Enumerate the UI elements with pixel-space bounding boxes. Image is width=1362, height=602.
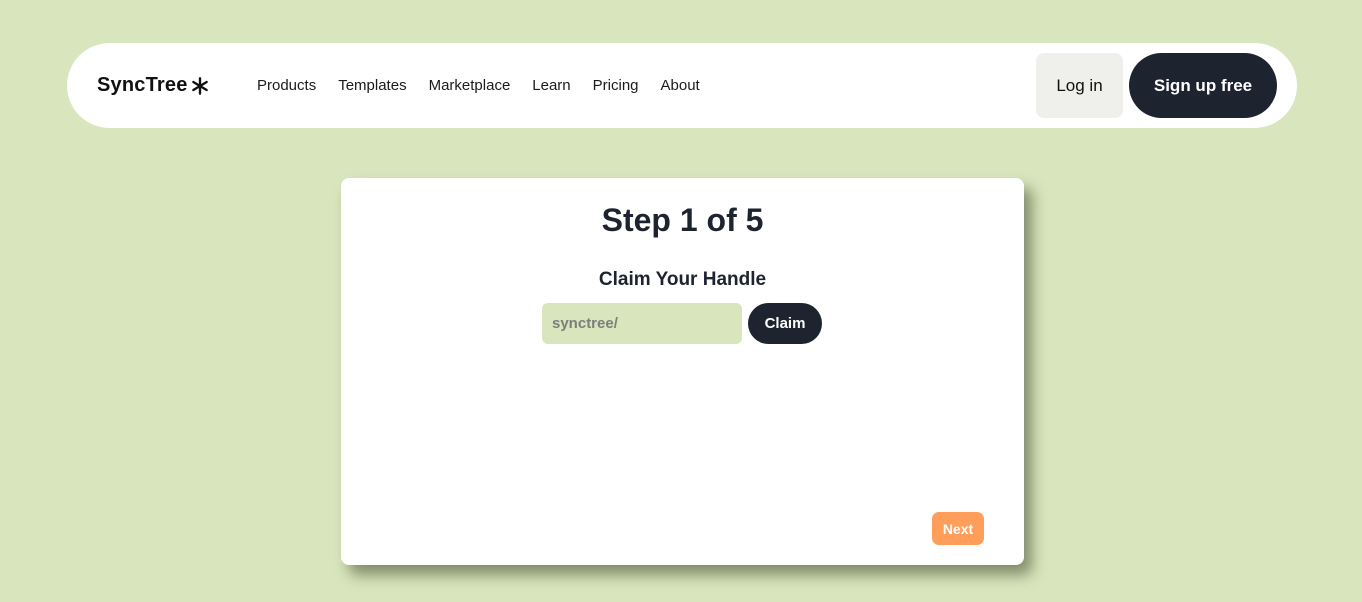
asterisk-logo-icon xyxy=(191,76,208,95)
section-title: Claim Your Handle xyxy=(598,269,767,290)
next-button[interactable]: Next xyxy=(932,512,984,545)
brand-logo[interactable]: SyncTree xyxy=(97,43,209,128)
top-navbar: SyncTree Products Templates Marketplace … xyxy=(67,43,1297,128)
onboarding-card: Step 1 of 5 Claim Your Handle Claim Next xyxy=(341,178,1024,565)
nav-link-pricing[interactable]: Pricing xyxy=(593,77,639,94)
nav-link-marketplace[interactable]: Marketplace xyxy=(429,77,511,94)
claim-button[interactable]: Claim xyxy=(748,303,822,344)
nav-link-products[interactable]: Products xyxy=(257,77,316,94)
nav-link-learn[interactable]: Learn xyxy=(532,77,570,94)
handle-input[interactable] xyxy=(542,303,742,344)
brand-name: SyncTree xyxy=(97,74,188,96)
nav-link-about[interactable]: About xyxy=(661,77,700,94)
login-button[interactable]: Log in xyxy=(1036,53,1123,118)
nav-links: Products Templates Marketplace Learn Pri… xyxy=(257,43,700,128)
signup-button[interactable]: Sign up free xyxy=(1129,53,1277,118)
step-title: Step 1 of 5 xyxy=(601,202,764,238)
nav-link-templates[interactable]: Templates xyxy=(338,77,406,94)
